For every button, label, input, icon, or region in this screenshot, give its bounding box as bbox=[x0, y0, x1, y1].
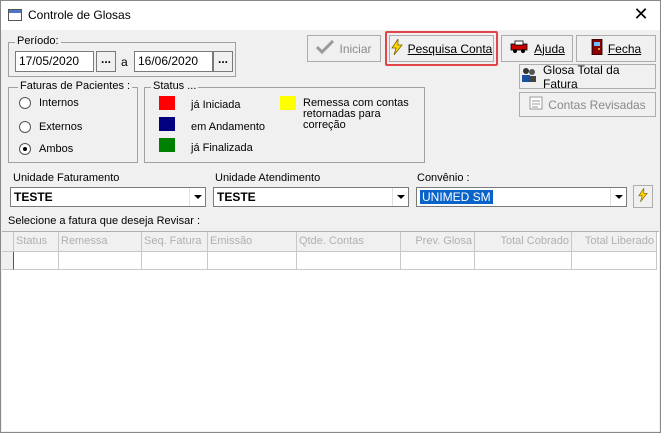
chevron-down-icon[interactable] bbox=[610, 188, 626, 206]
lightning-icon bbox=[390, 37, 403, 58]
pesquisa-conta-label: Pesquisa Conta bbox=[407, 41, 493, 56]
status-label: Status ... bbox=[151, 80, 199, 92]
end-date-field[interactable]: 16/06/2020 bbox=[134, 51, 213, 72]
checkmark-icon bbox=[316, 39, 335, 57]
faturas-grid[interactable]: Status Remessa Seq. Fatura Emissão Qtde.… bbox=[2, 231, 659, 431]
unidade-atendimento-value: TESTE bbox=[217, 190, 256, 204]
help-car-icon bbox=[509, 40, 529, 57]
radio-internos-label: Internos bbox=[39, 97, 79, 109]
glosa-total-label: Glosa Total da Fatura bbox=[543, 62, 620, 91]
document-list-icon bbox=[529, 96, 543, 113]
contas-revisadas-label: Contas Revisadas bbox=[548, 97, 646, 112]
convenio-select[interactable]: UNIMED SM bbox=[416, 187, 627, 207]
glosa-total-button[interactable]: Glosa Total da Fatura bbox=[519, 62, 656, 91]
status-finalizada-label: já Finalizada bbox=[191, 142, 253, 154]
start-date-picker-button[interactable]: ... bbox=[96, 51, 116, 72]
status-retornadas-swatch bbox=[280, 96, 296, 110]
col-remessa[interactable]: Remessa bbox=[59, 232, 142, 252]
radio-ambos-label: Ambos bbox=[39, 143, 74, 155]
table-cell[interactable] bbox=[208, 252, 297, 270]
radio-internos[interactable]: Internos bbox=[19, 97, 79, 109]
table-cell[interactable] bbox=[59, 252, 142, 270]
people-icon bbox=[520, 67, 538, 86]
start-date-field[interactable]: 17/05/2020 bbox=[15, 51, 94, 72]
radio-externos[interactable]: Externos bbox=[19, 121, 82, 133]
lightning-icon bbox=[638, 187, 648, 205]
periodo-label: Período: bbox=[15, 35, 61, 47]
col-total-liberado[interactable]: Total Liberado bbox=[572, 232, 657, 252]
ajuda-button[interactable]: Ajuda bbox=[501, 35, 573, 62]
row-indicator[interactable] bbox=[2, 252, 14, 270]
radio-ambos-circle[interactable] bbox=[19, 143, 31, 155]
chevron-down-icon[interactable] bbox=[392, 188, 408, 206]
col-status[interactable]: Status bbox=[14, 232, 59, 252]
convenio-search-button[interactable] bbox=[633, 185, 653, 208]
status-iniciada-label: já Iniciada bbox=[191, 99, 241, 111]
convenio-value: UNIMED SM bbox=[420, 190, 493, 204]
col-total-cobrado[interactable]: Total Cobrado bbox=[475, 232, 572, 252]
unidade-faturamento-value: TESTE bbox=[14, 190, 53, 204]
door-exit-icon bbox=[591, 38, 603, 58]
grid-header: Status Remessa Seq. Fatura Emissão Qtde.… bbox=[2, 232, 657, 252]
faturas-label: Faturas de Pacientes : bbox=[18, 80, 133, 92]
iniciar-label: Iniciar bbox=[339, 41, 372, 56]
unidade-faturamento-select[interactable]: TESTE bbox=[10, 187, 206, 207]
window-icon bbox=[8, 9, 22, 21]
contas-revisadas-button[interactable]: Contas Revisadas bbox=[519, 92, 656, 117]
fecha-label: Fecha bbox=[607, 41, 642, 56]
unidade-atendimento-label: Unidade Atendimento bbox=[215, 172, 321, 184]
col-seq-fatura[interactable]: Seq. Fatura bbox=[142, 232, 208, 252]
table-cell[interactable] bbox=[401, 252, 475, 270]
periodo-separator: a bbox=[121, 55, 128, 69]
grid-prompt: Selecione a fatura que deseja Revisar : bbox=[8, 215, 201, 227]
fecha-button[interactable]: Fecha bbox=[576, 35, 656, 62]
pesquisa-conta-button[interactable]: Pesquisa Conta bbox=[389, 35, 494, 62]
table-cell[interactable] bbox=[475, 252, 572, 270]
col-qtde-contas[interactable]: Qtde. Contas bbox=[297, 232, 401, 252]
status-andamento-swatch bbox=[159, 117, 175, 131]
main-window: Controle de Glosas ✕ Período: 17/05/2020… bbox=[0, 0, 661, 433]
status-iniciada-swatch bbox=[159, 96, 175, 110]
status-retornadas-label: Remessa com contas retornadas para corre… bbox=[303, 97, 409, 131]
unidade-atendimento-select[interactable]: TESTE bbox=[213, 187, 409, 207]
end-date-picker-button[interactable]: ... bbox=[213, 51, 233, 72]
table-cell[interactable] bbox=[14, 252, 59, 270]
radio-internos-circle[interactable] bbox=[19, 97, 31, 109]
unidade-faturamento-label: Unidade Faturamento bbox=[13, 172, 120, 184]
title-bar: Controle de Glosas ✕ bbox=[1, 1, 660, 30]
status-finalizada-swatch bbox=[159, 138, 175, 152]
col-emissao[interactable]: Emissão bbox=[208, 232, 297, 252]
table-cell[interactable] bbox=[572, 252, 657, 270]
radio-externos-circle[interactable] bbox=[19, 121, 31, 133]
ajuda-label: Ajuda bbox=[534, 41, 565, 56]
convenio-label: Convênio : bbox=[417, 172, 470, 184]
grid-corner bbox=[2, 232, 14, 252]
table-row[interactable] bbox=[2, 252, 657, 270]
chevron-down-icon[interactable] bbox=[189, 188, 205, 206]
col-prev-glosa[interactable]: Prev. Glosa bbox=[401, 232, 475, 252]
radio-ambos[interactable]: Ambos bbox=[19, 143, 73, 155]
status-andamento-label: em Andamento bbox=[191, 121, 265, 133]
iniciar-button[interactable]: Iniciar bbox=[307, 35, 381, 62]
table-cell[interactable] bbox=[142, 252, 208, 270]
window-title: Controle de Glosas bbox=[28, 8, 131, 22]
close-button[interactable]: ✕ bbox=[632, 4, 650, 25]
table-cell[interactable] bbox=[297, 252, 401, 270]
radio-externos-label: Externos bbox=[39, 121, 83, 133]
